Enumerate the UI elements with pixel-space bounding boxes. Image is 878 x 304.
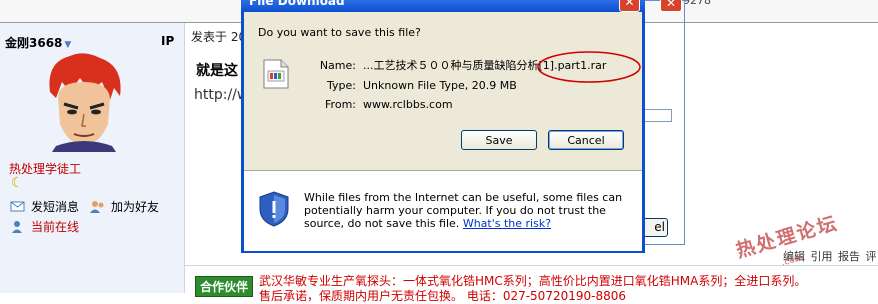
post-title: 就是这: [196, 63, 238, 79]
watermark-sub: .com: [780, 252, 805, 269]
save-button[interactable]: Save: [461, 130, 537, 150]
add-friend-label[interactable]: 加为好友: [111, 200, 159, 214]
file-source-value: www.rclbbs.com: [363, 98, 453, 111]
close-icon[interactable]: ✕: [660, 0, 682, 12]
name-label: Name:: [319, 59, 356, 72]
whats-the-risk-link[interactable]: What's the risk?: [463, 217, 551, 230]
message-icon: [10, 201, 25, 212]
username[interactable]: 金刚3668 ▼: [5, 34, 71, 51]
dialog-body: Do you want to save this file? Name: ...工…: [244, 12, 642, 251]
send-message-label[interactable]: 发短消息: [31, 200, 79, 214]
dialog-title: File Download: [249, 0, 345, 8]
red-highlight-oval: [537, 51, 641, 83]
moon-icon: ☾: [11, 175, 24, 191]
type-label: Type:: [327, 79, 356, 92]
post-meta: 发表于 20: [191, 30, 247, 44]
add-friend-icon: [90, 201, 104, 213]
partner-badge: 合作伙伴: [195, 276, 254, 297]
username-text[interactable]: 金刚3668: [5, 36, 62, 50]
chevron-down-icon[interactable]: ▼: [64, 40, 71, 50]
dialog-titlebar[interactable]: File Download ✕: [241, 0, 645, 12]
user-online-icon: [12, 221, 22, 233]
avatar: [49, 53, 121, 152]
file-source-row: From: www.rclbbs.com: [314, 98, 453, 111]
add-friend-link[interactable]: 加为好友: [90, 198, 159, 215]
send-message-link[interactable]: 发短消息: [10, 198, 79, 215]
shield-icon: [259, 191, 289, 227]
user-profile-panel: 金刚3668 ▼ IP 热处理学徒工 ☾ 发短消息 加为好友 当前在线: [0, 23, 185, 293]
close-icon[interactable]: ✕: [619, 0, 640, 12]
security-warning-panel: While files from the Internet can be use…: [244, 170, 642, 251]
file-download-dialog: File Download ✕ Do you want to save this…: [241, 0, 645, 253]
online-status-label: 当前在线: [31, 220, 80, 234]
file-type-row: Type: Unknown File Type, 20.9 MB: [314, 79, 517, 92]
file-type-value: Unknown File Type, 20.9 MB: [363, 79, 517, 92]
watermark-text: 热处理论坛: [733, 212, 841, 263]
online-status: 当前在线: [10, 218, 79, 235]
top-strip-text: 9278: [683, 0, 711, 7]
ip-label: IP: [161, 34, 175, 48]
file-icon: [263, 59, 289, 89]
security-warning-text: While files from the Internet can be use…: [304, 191, 639, 230]
background-window-frame: [641, 0, 685, 245]
cancel-button[interactable]: Cancel: [548, 130, 624, 150]
dialog-question: Do you want to save this file?: [258, 26, 421, 39]
ad-text-line2[interactable]: 售后承诺，保质期内用户无责任包换。 电话：027-50720190-8806: [259, 287, 626, 304]
from-label: From:: [325, 98, 356, 111]
